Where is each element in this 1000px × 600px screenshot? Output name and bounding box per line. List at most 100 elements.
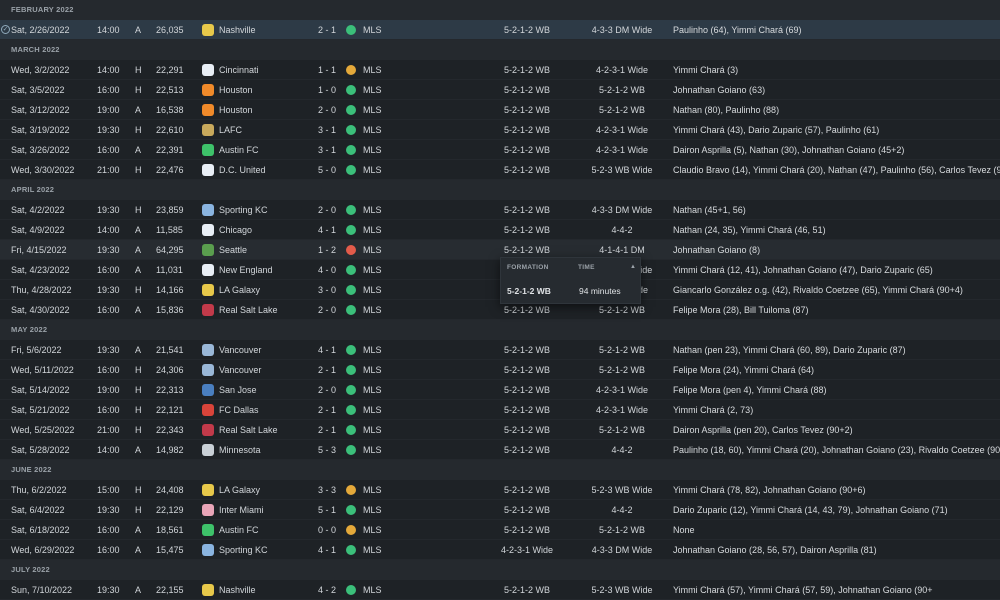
kickoff-time: 19:00 <box>97 105 120 115</box>
match-row[interactable]: Wed, 3/2/2022 14:00 H 22,291 Cincinnati 1 - 1… <box>0 60 1000 80</box>
kickoff-time: 19:00 <box>97 385 120 395</box>
match-row[interactable]: Sat, 3/26/2022 16:00 A 22,391 Austin FC 3 - 1… <box>0 140 1000 160</box>
kickoff-time: 16:00 <box>97 405 120 415</box>
kickoff-time: 19:30 <box>97 205 120 215</box>
opponent-name[interactable]: LA Galaxy <box>219 480 314 500</box>
venue: H <box>135 425 142 435</box>
match-row[interactable]: Sat, 4/2/2022 19:30 H 23,859 Sporting KC 2 - … <box>0 200 1000 220</box>
match-date: Wed, 6/29/2022 <box>11 545 75 555</box>
opponent-name[interactable]: LA Galaxy <box>219 280 314 300</box>
goalscorers: Claudio Bravo (14), Yimmi Chará (20), Na… <box>673 165 1000 175</box>
attendance: 14,166 <box>156 285 184 295</box>
club-crest-icon <box>202 64 214 76</box>
formation: 5-2-1-2 WB <box>503 25 550 35</box>
kickoff-time: 14:00 <box>97 445 120 455</box>
opponent-formation: 4-4-2 <box>611 445 633 455</box>
competition: MLS <box>363 405 382 415</box>
opponent-name[interactable]: Chicago <box>219 220 314 240</box>
opponent-name[interactable]: Real Salt Lake <box>219 420 314 440</box>
match-row[interactable]: Thu, 6/2/2022 15:00 H 24,408 LA Galaxy 3 - 3M… <box>0 480 1000 500</box>
kickoff-time: 14:00 <box>97 65 120 75</box>
opponent-name[interactable]: Nashville <box>219 20 314 40</box>
competition: MLS <box>363 545 382 555</box>
opponent-name[interactable]: Austin FC <box>219 520 314 540</box>
opponent-name[interactable]: Minnesota <box>219 440 314 460</box>
match-row[interactable]: Sat, 3/19/2022 19:30 H 22,610 LAFC 3 - 1 MLS 5-… <box>0 120 1000 140</box>
attendance: 14,982 <box>156 445 184 455</box>
kickoff-time: 15:00 <box>97 485 120 495</box>
match-row[interactable]: Wed, 6/29/2022 16:00 A 15,475 Sporting KC 4 -… <box>0 540 1000 560</box>
formation-time-tooltip: FORMATION TIME ▲ 5-2-1-2 WB 94 minutes <box>500 257 641 304</box>
opponent-name[interactable]: San Jose <box>219 380 314 400</box>
match-row[interactable]: ✓ Sat, 2/26/2022 14:00 A 26,035 Nashville 2 - … <box>0 20 1000 40</box>
match-row[interactable]: Sun, 7/10/2022 19:30 A 22,155 Nashville 4 - 2… <box>0 580 1000 600</box>
opponent-name[interactable]: Nashville <box>219 580 314 600</box>
match-row[interactable]: Sat, 6/18/2022 16:00 A 18,561 Austin FC 0 - 0… <box>0 520 1000 540</box>
opponent-name[interactable]: Austin FC <box>219 140 314 160</box>
competition: MLS <box>363 65 382 75</box>
opponent-formation: 4-4-2 <box>611 505 633 515</box>
goalscorers: Dario Zuparic (12), Yimmi Chará (14, 43,… <box>673 505 948 515</box>
attendance: 22,121 <box>156 405 184 415</box>
match-row[interactable]: Sat, 6/4/2022 19:30 H 22,129 Inter Miami 5 - … <box>0 500 1000 520</box>
opponent-name[interactable]: Seattle <box>219 240 314 260</box>
competition: MLS <box>363 225 382 235</box>
opponent-name[interactable]: Vancouver <box>219 360 314 380</box>
formation: 4-2-3-1 Wide <box>500 545 554 555</box>
opponent-name[interactable]: New England <box>219 260 314 280</box>
win-indicator-icon <box>346 205 356 215</box>
opponent-formation: 4-2-3-1 Wide <box>595 385 649 395</box>
opponent-name[interactable]: Sporting KC <box>219 540 314 560</box>
draw-indicator-icon <box>346 485 356 495</box>
opponent-name[interactable]: Houston <box>219 100 314 120</box>
formation: 5-2-1-2 WB <box>503 425 550 435</box>
opponent-name[interactable]: D.C. United <box>219 160 314 180</box>
match-row[interactable]: Wed, 3/30/2022 21:00 H 22,476 D.C. United 5 -… <box>0 160 1000 180</box>
club-crest-icon <box>202 84 214 96</box>
match-row[interactable]: Sat, 5/21/2022 16:00 H 22,121 FC Dallas 2 - 1… <box>0 400 1000 420</box>
competition: MLS <box>363 85 382 95</box>
opponent-name[interactable]: Real Salt Lake <box>219 300 314 320</box>
kickoff-time: 19:30 <box>97 285 120 295</box>
match-row[interactable]: Wed, 5/25/2022 21:00 H 22,343 Real Salt Lake… <box>0 420 1000 440</box>
formation: 5-2-1-2 WB <box>503 405 550 415</box>
match-row[interactable]: Sat, 5/28/2022 14:00 A 14,982 Minnesota 5 - 3… <box>0 440 1000 460</box>
match-date: Fri, 5/6/2022 <box>11 345 62 355</box>
opponent-name[interactable]: FC Dallas <box>219 400 314 420</box>
venue: H <box>135 125 142 135</box>
month-header: MAY 2022 <box>0 320 1000 340</box>
match-row[interactable]: Sat, 3/5/2022 16:00 H 22,513 Houston 1 - 0 MLS… <box>0 80 1000 100</box>
opponent-formation: 4-3-3 DM Wide <box>591 205 653 215</box>
win-indicator-icon <box>346 85 356 95</box>
club-crest-icon <box>202 24 214 36</box>
club-crest-icon <box>202 364 214 376</box>
match-date: Thu, 4/28/2022 <box>11 285 72 295</box>
opponent-name[interactable]: Inter Miami <box>219 500 314 520</box>
match-row[interactable]: Fri, 5/6/2022 19:30 A 21,541 Vancouver 4 - 1M… <box>0 340 1000 360</box>
opponent-name[interactable]: Vancouver <box>219 340 314 360</box>
win-indicator-icon <box>346 405 356 415</box>
club-crest-icon <box>202 404 214 416</box>
opponent-formation: 4-2-3-1 Wide <box>595 405 649 415</box>
match-row[interactable]: Wed, 5/11/2022 16:00 H 24,306 Vancouver 2 - 1… <box>0 360 1000 380</box>
match-date: Sat, 5/14/2022 <box>11 385 70 395</box>
opponent-name[interactable]: Sporting KC <box>219 200 314 220</box>
match-date: Wed, 5/11/2022 <box>11 365 74 375</box>
attendance: 22,391 <box>156 145 184 155</box>
opponent-name[interactable]: LAFC <box>219 120 314 140</box>
match-row[interactable]: Sat, 4/9/2022 14:00 A 11,585 Chicago 4 - 1 MLS… <box>0 220 1000 240</box>
match-row[interactable]: Sat, 5/14/2022 19:00 H 22,313 San Jose 2 - 0M… <box>0 380 1000 400</box>
win-indicator-icon <box>346 145 356 155</box>
competition: MLS <box>363 125 382 135</box>
match-row[interactable]: Sat, 3/12/2022 19:00 A 16,538 Houston 2 - 0 ML… <box>0 100 1000 120</box>
match-date: Sat, 4/23/2022 <box>11 265 70 275</box>
club-crest-icon <box>202 584 214 596</box>
goalscorers: Yimmi Chará (78, 82), Johnathan Goiano (… <box>673 485 866 495</box>
formation: 5-2-1-2 WB <box>503 445 550 455</box>
club-crest-icon <box>202 264 214 276</box>
goalscorers: None <box>673 525 695 535</box>
opponent-name[interactable]: Cincinnati <box>219 60 314 80</box>
opponent-name[interactable]: Houston <box>219 80 314 100</box>
competition: MLS <box>363 585 382 595</box>
match-date: Sat, 5/21/2022 <box>11 405 70 415</box>
